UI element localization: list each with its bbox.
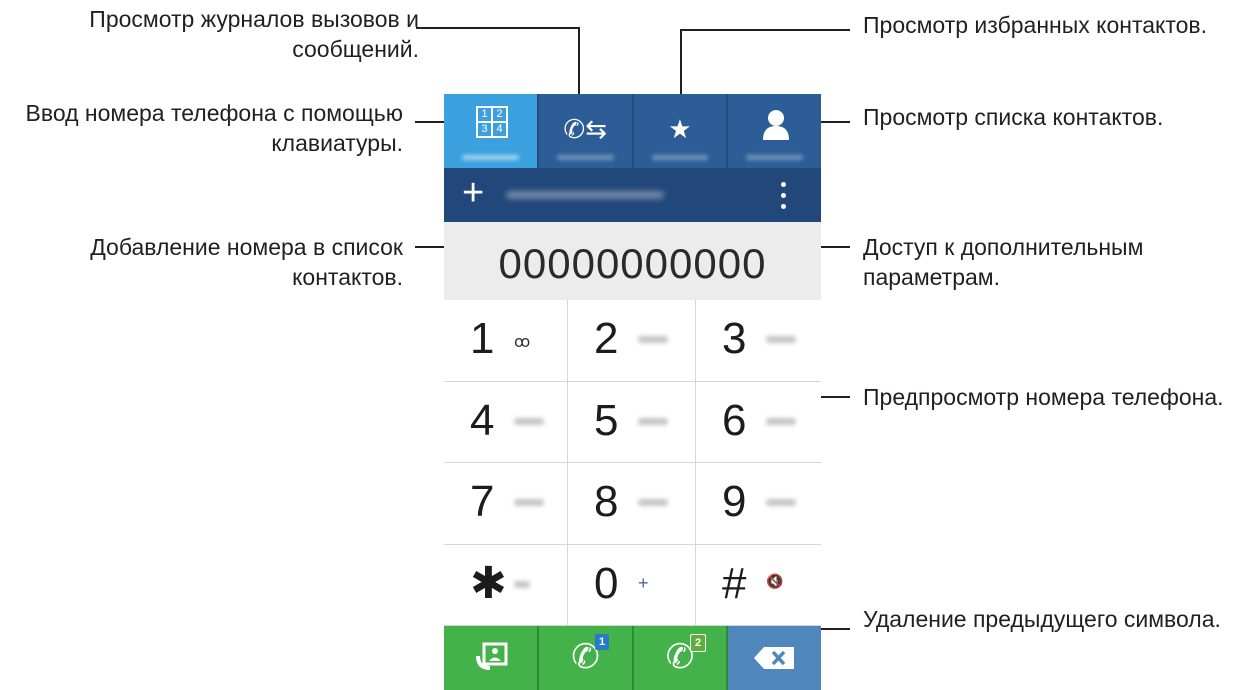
key-2[interactable]: 2 (568, 300, 696, 382)
sim1-badge: 1 (595, 634, 609, 650)
key-digit: 7 (470, 477, 495, 526)
call-log-icon: ✆⇆ (563, 114, 607, 144)
dial-keypad: 1ꝏ 2 3 4 5 6 7 8 9 ✱ 0 + # 🔇 (444, 300, 821, 626)
phone-number-preview: 00000000000 (498, 240, 767, 287)
leader-fav-v (680, 29, 682, 101)
dialer-screen: 1 2 3 4 ✆⇆ ★ + 00000000000 1 ꝏ 2 3 4 5 6… (444, 94, 821, 690)
key-0[interactable]: 0 + (568, 544, 696, 626)
tab-keypad[interactable]: 1 2 3 4 (444, 94, 539, 168)
bottom-bar: ✆ 1 ✆ 2 (444, 626, 821, 690)
key-digit: 8 (594, 477, 619, 526)
annotation-preview: Предпросмотр номера телефона. (863, 384, 1224, 410)
more-options-icon[interactable] (781, 182, 787, 210)
key-1[interactable]: 1ꝏ (444, 300, 568, 382)
key-digit: 1 (470, 314, 495, 363)
key-hash[interactable]: # 🔇 (696, 545, 821, 626)
key-digit: 4 (470, 395, 495, 445)
action-bar: + (444, 168, 821, 222)
key-letters-blurred (514, 417, 544, 425)
call-sim1-button[interactable]: ✆ 1 (539, 626, 634, 690)
annotation-contacts: Просмотр списка контактов. (863, 104, 1164, 130)
key-digit: 0 (594, 558, 619, 608)
add-contact-button[interactable]: + (462, 173, 484, 213)
key-letters-blurred (514, 580, 530, 588)
key-star[interactable]: ✱ (444, 544, 568, 626)
key-digit: 6 (722, 395, 747, 445)
leader-logs-v (578, 27, 580, 101)
sim2-badge: 2 (690, 634, 706, 652)
key-digit: ✱ (470, 558, 507, 608)
key-letters-blurred (638, 417, 668, 425)
key-9[interactable]: 9 (696, 463, 821, 545)
key-digit: 3 (722, 314, 747, 363)
call-sim2-button[interactable]: ✆ 2 (634, 626, 728, 690)
tab-label-blurred (462, 155, 519, 160)
key-digit: 2 (594, 314, 619, 363)
number-display[interactable]: 00000000000 (444, 222, 821, 300)
key-letters-blurred (766, 336, 796, 343)
key-letters-blurred (638, 336, 668, 343)
tab-label-blurred (556, 155, 614, 160)
mute-icon: 🔇 (766, 572, 784, 589)
key-8[interactable]: 8 (568, 463, 696, 545)
tab-label-blurred (746, 155, 803, 160)
annotation-delete: Удаление предыдущего символа. (863, 606, 1221, 632)
key-letters-blurred (766, 499, 796, 506)
annotation-favorites: Просмотр избранных контактов. (863, 12, 1208, 38)
tab-favorites[interactable]: ★ (633, 94, 729, 168)
key-3[interactable]: 3 (696, 300, 821, 382)
keypad-icon: 1 2 3 4 (476, 106, 508, 138)
annotation-options: Доступ к дополнительным параметрам. (863, 234, 1144, 290)
add-contact-label-blurred (506, 191, 664, 199)
key-6[interactable]: 6 (696, 382, 821, 463)
tab-label-blurred (651, 155, 709, 160)
key-plus-label: + (638, 572, 649, 593)
backspace-button[interactable] (728, 626, 821, 690)
backspace-icon (754, 647, 794, 669)
annotation-keypad: Ввод номера телефона с помощью клавиатур… (25, 100, 403, 156)
key-4[interactable]: 4 (444, 381, 568, 463)
key-5[interactable]: 5 (568, 381, 696, 463)
key-letters-blurred (638, 499, 668, 506)
leader-fav-h (680, 29, 850, 31)
video-call-icon (474, 642, 508, 672)
key-7[interactable]: 7 (444, 463, 568, 545)
key-digit: 5 (594, 395, 619, 445)
key-letters-blurred (766, 417, 796, 425)
annotation-logs: Просмотр журналов вызовов и сообщений. (89, 6, 419, 62)
annotation-add-contact: Добавление номера в список контактов. (90, 234, 403, 290)
star-icon: ★ (668, 114, 692, 144)
voicemail-icon: ꝏ (514, 334, 531, 351)
contact-icon (762, 108, 790, 140)
key-digit: # (722, 558, 747, 608)
key-letters-blurred (514, 499, 544, 506)
key-digit: 9 (722, 477, 747, 526)
tab-bar: 1 2 3 4 ✆⇆ ★ (444, 94, 821, 168)
leader-logs-h (416, 27, 580, 29)
tab-logs[interactable]: ✆⇆ (538, 94, 634, 168)
tab-contacts[interactable] (728, 94, 821, 168)
video-call-button[interactable] (444, 626, 539, 690)
